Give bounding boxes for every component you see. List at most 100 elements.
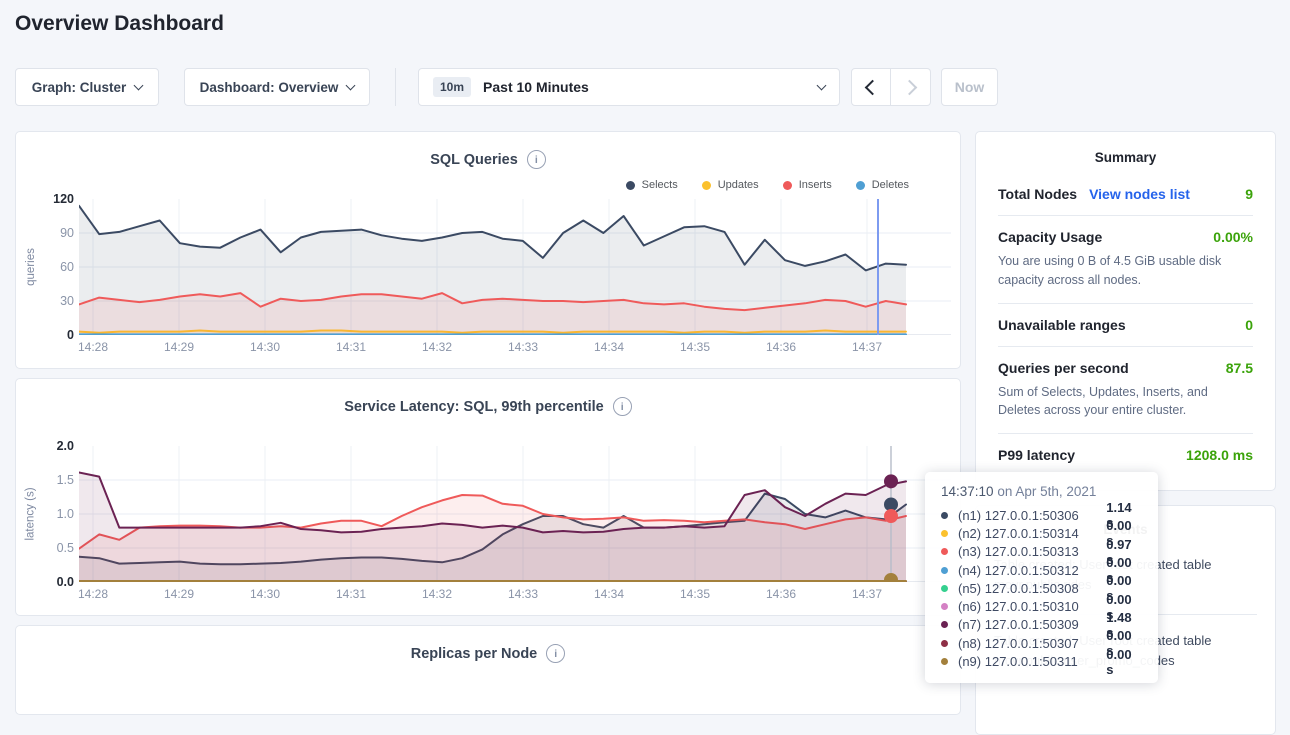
time-prev-button[interactable] bbox=[851, 68, 891, 106]
plot-area[interactable] bbox=[79, 199, 951, 335]
x-tick-label: 14:37 bbox=[852, 587, 882, 601]
graph-selector-dropdown[interactable]: Graph: Cluster bbox=[15, 68, 159, 106]
service-latency-plot[interactable] bbox=[79, 446, 951, 582]
x-tick-label: 14:32 bbox=[422, 587, 452, 601]
x-axis-ticks: 14:28 14:29 14:30 14:31 14:32 14:33 14:34 14:35… bbox=[79, 587, 951, 603]
x-tick-label: 14:29 bbox=[164, 340, 194, 354]
dashboard-controls: Graph: Cluster Dashboard: Overview 10m P… bbox=[15, 68, 1275, 106]
summary-row-queries-per-second: Queries per second 87.5 Sum of Selects, … bbox=[998, 346, 1253, 434]
legend-item-selects: Selects bbox=[626, 179, 678, 191]
graph-selector-label: Graph: Cluster bbox=[32, 80, 127, 95]
legend-item-inserts: Inserts bbox=[783, 179, 832, 191]
summary-value: 1208.0 ms bbox=[1186, 447, 1253, 463]
node-color-dot bbox=[941, 621, 948, 628]
x-tick-label: 14:29 bbox=[164, 587, 194, 601]
x-tick-label: 14:36 bbox=[766, 587, 796, 601]
series-color-dot bbox=[702, 181, 711, 190]
tooltip-timestamp: 14:37:10 on Apr 5th, 2021 bbox=[941, 484, 1142, 499]
x-tick-label: 14:34 bbox=[594, 587, 624, 601]
x-tick-label: 14:31 bbox=[336, 587, 366, 601]
summary-panel: Summary Total Nodes View nodes list 9 Ca… bbox=[975, 131, 1276, 491]
legend-item-deletes: Deletes bbox=[856, 179, 909, 191]
legend-item-updates: Updates bbox=[702, 179, 759, 191]
x-tick-label: 14:31 bbox=[336, 340, 366, 354]
node-address: (n9) 127.0.0.1:50311 bbox=[958, 654, 1106, 669]
summary-value: 0.00% bbox=[1213, 229, 1253, 245]
time-next-button[interactable] bbox=[891, 68, 931, 106]
time-range-badge: 10m bbox=[433, 77, 471, 97]
time-range-label: Past 10 Minutes bbox=[483, 79, 818, 95]
x-tick-label: 14:30 bbox=[250, 587, 280, 601]
chart-panel-sql-queries: SQL Queries i Selects Updates Inserts De… bbox=[15, 131, 961, 369]
node-color-dot bbox=[941, 530, 948, 537]
node-color-dot bbox=[941, 585, 948, 592]
summary-row-capacity-usage: Capacity Usage 0.00% You are using 0 B o… bbox=[998, 215, 1253, 303]
node-color-dot bbox=[941, 548, 948, 555]
node-color-dot bbox=[941, 567, 948, 574]
node-address: (n4) 127.0.0.1:50312 bbox=[958, 563, 1106, 578]
x-tick-label: 14:36 bbox=[766, 340, 796, 354]
node-address: (n8) 127.0.0.1:50307 bbox=[958, 636, 1106, 651]
node-address: (n6) 127.0.0.1:50310 bbox=[958, 599, 1106, 614]
plot-area[interactable] bbox=[79, 446, 951, 582]
now-button[interactable]: Now bbox=[941, 68, 998, 106]
chevron-right-icon bbox=[901, 79, 917, 95]
summary-label: Queries per second bbox=[998, 360, 1129, 376]
x-tick-label: 14:33 bbox=[508, 587, 538, 601]
x-tick-label: 14:30 bbox=[250, 340, 280, 354]
series-color-dot bbox=[856, 181, 865, 190]
chart-title: Service Latency: SQL, 99th percentile bbox=[344, 399, 604, 415]
sql-queries-plot[interactable] bbox=[79, 199, 951, 335]
node-color-dot bbox=[941, 603, 948, 610]
summary-row-unavailable-ranges: Unavailable ranges 0 bbox=[998, 303, 1253, 346]
x-tick-label: 14:33 bbox=[508, 340, 538, 354]
x-axis-ticks: 14:28 14:29 14:30 14:31 14:32 14:33 14:34 14:35… bbox=[79, 340, 951, 356]
chart-panel-replicas-per-node: Replicas per Node i bbox=[15, 625, 961, 715]
x-tick-label: 14:35 bbox=[680, 340, 710, 354]
summary-row-p99-latency: P99 latency 1208.0 ms bbox=[998, 433, 1253, 476]
info-icon[interactable]: i bbox=[527, 150, 546, 169]
x-tick-label: 14:37 bbox=[852, 340, 882, 354]
node-address: (n7) 127.0.0.1:50309 bbox=[958, 617, 1106, 632]
chevron-down-icon bbox=[817, 81, 827, 91]
chart-title: Replicas per Node bbox=[411, 646, 538, 662]
summary-value: 9 bbox=[1245, 186, 1253, 202]
view-nodes-link[interactable]: View nodes list bbox=[1089, 186, 1190, 202]
info-icon[interactable]: i bbox=[613, 397, 632, 416]
chevron-left-icon bbox=[865, 79, 881, 95]
x-tick-label: 14:32 bbox=[422, 340, 452, 354]
node-address: (n5) 127.0.0.1:50308 bbox=[958, 581, 1106, 596]
chart-legend: Selects Updates Inserts Deletes bbox=[626, 179, 909, 191]
dashboard-selector-dropdown[interactable]: Dashboard: Overview bbox=[184, 68, 370, 106]
summary-value: 87.5 bbox=[1226, 360, 1253, 376]
node-address: (n2) 127.0.0.1:50314 bbox=[958, 526, 1106, 541]
node-address: (n3) 127.0.0.1:50313 bbox=[958, 544, 1106, 559]
page-title: Overview Dashboard bbox=[15, 12, 224, 36]
node-color-dot bbox=[941, 640, 948, 647]
node-latency: 0.00 s bbox=[1106, 647, 1142, 677]
chevron-down-icon bbox=[346, 81, 356, 91]
summary-value: 0 bbox=[1245, 317, 1253, 333]
node-color-dot bbox=[941, 658, 948, 665]
x-tick-label: 14:28 bbox=[78, 587, 108, 601]
time-range-selector[interactable]: 10m Past 10 Minutes bbox=[418, 68, 840, 106]
chart-title: SQL Queries bbox=[430, 152, 518, 168]
summary-label: Capacity Usage bbox=[998, 229, 1102, 245]
y-axis-ticks: 2.0 1.5 1.0 0.5 0.0 bbox=[34, 439, 74, 589]
summary-label: Total Nodes bbox=[998, 186, 1077, 202]
node-address: (n1) 127.0.0.1:50306 bbox=[958, 508, 1106, 523]
chart-panel-service-latency: Service Latency: SQL, 99th percentile i … bbox=[15, 378, 961, 616]
controls-divider bbox=[395, 68, 396, 106]
x-tick-label: 14:34 bbox=[594, 340, 624, 354]
chart-hover-tooltip: 14:37:10 on Apr 5th, 2021 (n1) 127.0.0.1… bbox=[925, 472, 1158, 683]
x-tick-label: 14:35 bbox=[680, 587, 710, 601]
y-axis-ticks: 120 90 60 30 0 bbox=[34, 192, 74, 342]
summary-note: Sum of Selects, Updates, Inserts, and De… bbox=[998, 383, 1253, 421]
summary-title: Summary bbox=[998, 150, 1253, 165]
summary-label: Unavailable ranges bbox=[998, 317, 1126, 333]
tooltip-row: (n9) 127.0.0.1:50311 0.00 s bbox=[941, 652, 1142, 670]
node-color-dot bbox=[941, 512, 948, 519]
x-tick-label: 14:28 bbox=[78, 340, 108, 354]
info-icon[interactable]: i bbox=[546, 644, 565, 663]
series-color-dot bbox=[626, 181, 635, 190]
